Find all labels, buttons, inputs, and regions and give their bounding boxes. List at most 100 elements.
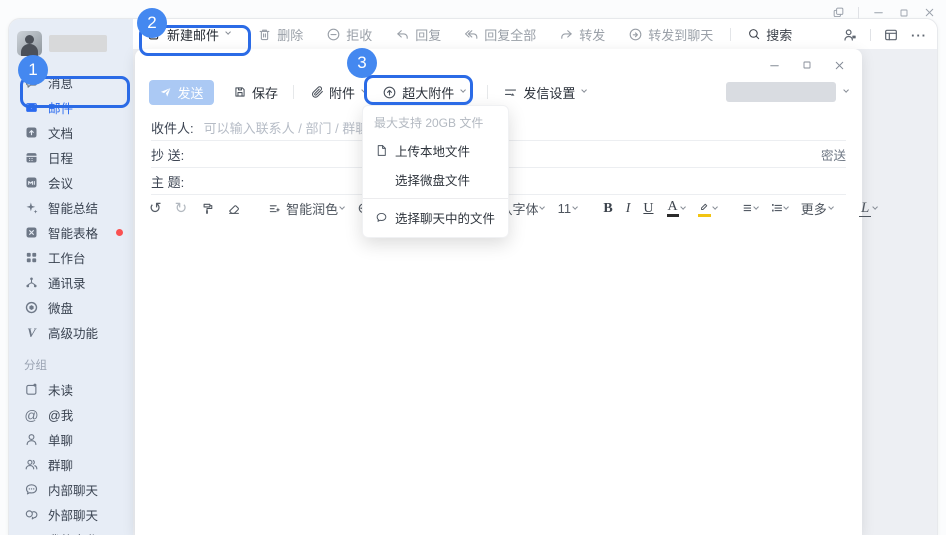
signature-button[interactable]: L <box>859 199 879 218</box>
profile[interactable] <box>9 29 133 57</box>
sliders-icon <box>503 85 518 100</box>
bubble-dots-icon <box>24 482 39 497</box>
attachment-button[interactable]: 附件 <box>309 83 368 102</box>
font-color-button[interactable]: A <box>666 200 686 217</box>
paper-plane-icon <box>159 86 172 99</box>
search-button[interactable]: 搜索 <box>746 25 792 44</box>
avatar[interactable] <box>17 30 42 56</box>
align-button[interactable]: ≡ <box>743 201 759 216</box>
reject-button[interactable]: 拒收 <box>326 25 372 44</box>
close-icon[interactable] <box>833 59 846 72</box>
sidebar-item-label: 外部聊天 <box>48 509 99 523</box>
sidebar-item-calendar[interactable]: 日程 <box>9 145 133 170</box>
cc-label: 抄 送: <box>151 147 185 163</box>
minimize-icon[interactable] <box>872 6 885 19</box>
chevron-down-icon <box>679 204 686 210</box>
sidebar-item-label: 消息 <box>48 77 74 91</box>
calendar-icon <box>24 150 39 165</box>
menu-item-choose-chat[interactable]: 选择聊天中的文件 <box>363 203 508 232</box>
sidebar-item-unread[interactable]: 未读 <box>9 377 133 402</box>
mega-attachment-menu: 最大支持 20GB 文件 上传本地文件 选择微盘文件 选择聊天中的文件 <box>362 105 509 238</box>
send-settings-label: 发信设置 <box>523 85 576 101</box>
chevron-down-icon <box>782 204 789 210</box>
underline-button[interactable]: U <box>643 201 653 217</box>
send-label: 发送 <box>177 85 204 101</box>
chevron-down-icon <box>460 87 467 94</box>
sidebar-item-meeting[interactable]: 会议 <box>9 170 133 195</box>
format-painter-button[interactable] <box>200 202 214 216</box>
sidebar-item-my-company[interactable]: 我的企业 <box>9 527 133 535</box>
sidebar-item-label: @我 <box>48 409 74 423</box>
sidebar-item-external-chat[interactable]: 外部聊天 <box>9 502 133 527</box>
sidebar-item-internal-chat[interactable]: 内部聊天 <box>9 477 133 502</box>
reply-button[interactable]: 回复 <box>395 25 441 44</box>
chevron-down-icon <box>339 204 346 210</box>
sidebar-item-advanced[interactable]: V 高级功能 <box>9 320 133 345</box>
undo-button[interactable]: ↺ <box>149 201 162 216</box>
mega-attachment-button[interactable]: 超大附件 <box>382 83 467 102</box>
sidebar-item-smart-table[interactable]: 智能表格 <box>9 220 133 245</box>
menu-item-upload-local[interactable]: 上传本地文件 <box>363 136 508 165</box>
message-body-editor[interactable] <box>135 222 862 535</box>
menu-hint: 最大支持 20GB 文件 <box>374 116 484 130</box>
divider <box>858 6 859 19</box>
sidebar-item-mail[interactable]: 邮件 <box>9 95 133 120</box>
compose-titlebar <box>135 49 862 73</box>
sidebar-item-workbench[interactable]: 工作台 <box>9 245 133 270</box>
list-icon: ∶≡ <box>770 200 783 217</box>
forward-to-chat-button[interactable]: 转发到聊天 <box>628 25 713 44</box>
group-label: 分组 <box>24 360 47 372</box>
step-badge-3: 3 <box>347 48 377 78</box>
list-button[interactable]: ∶≡ <box>770 200 789 217</box>
sparkle-icon <box>24 200 39 215</box>
reply-all-button[interactable]: 回复全部 <box>464 25 536 44</box>
send-settings-button[interactable]: 发信设置 <box>503 83 588 102</box>
close-icon[interactable] <box>923 6 936 19</box>
sidebar-item-mentions[interactable]: @ @我 <box>9 402 133 427</box>
contact-card-icon[interactable] <box>842 27 858 43</box>
italic-button[interactable]: I <box>626 201 631 217</box>
chat-forward-icon <box>628 27 643 42</box>
signature-icon: L <box>859 199 872 218</box>
to-placeholder: 可以输入联系人 / 部门 / 群聊 <box>203 120 369 136</box>
ai-polish-button[interactable]: 智能润色 <box>267 199 346 218</box>
attachment-label: 附件 <box>329 85 356 101</box>
maximize-icon[interactable] <box>898 7 910 19</box>
layout-panel-icon[interactable] <box>883 27 899 43</box>
clear-format-button[interactable] <box>227 202 241 216</box>
forward-icon <box>559 27 574 42</box>
sidebar-item-group-chat[interactable]: 群聊 <box>9 452 133 477</box>
maximize-icon[interactable] <box>801 59 813 71</box>
sidebar-item-docs[interactable]: 文档 <box>9 120 133 145</box>
font-size-select[interactable]: 11 <box>558 201 579 216</box>
bcc-toggle[interactable]: 密送 <box>821 145 846 164</box>
sidebar-item-contacts[interactable]: 通讯录 <box>9 270 133 295</box>
bold-button[interactable]: B <box>603 201 612 217</box>
sender-account-select[interactable] <box>725 82 849 102</box>
sidebar-item-drive[interactable]: 微盘 <box>9 295 133 320</box>
pop-out-window-icon[interactable] <box>832 6 845 19</box>
mega-attachment-label: 超大附件 <box>402 85 455 101</box>
minimize-icon[interactable] <box>768 59 781 72</box>
sidebar-item-ai-summary[interactable]: 智能总结 <box>9 195 133 220</box>
highlight-button[interactable] <box>697 201 718 217</box>
more-formats-button[interactable]: 更多 <box>801 199 834 218</box>
app-window: 消息 邮件 文档 日程 会议 智能总结 智能表格 工作台 通讯录 微盘 V 高级功… <box>8 18 938 535</box>
delete-button[interactable]: 删除 <box>257 25 303 44</box>
sidebar-item-label: 未读 <box>48 384 74 398</box>
sidebar-item-direct-chat[interactable]: 单聊 <box>9 427 133 452</box>
menu-item-choose-drive[interactable]: 选择微盘文件 <box>363 165 508 194</box>
forward-button[interactable]: 转发 <box>559 25 605 44</box>
send-button[interactable]: 发送 <box>149 79 214 105</box>
clouds-icon <box>24 507 39 522</box>
divider <box>293 85 295 99</box>
chevron-down-icon <box>539 204 546 210</box>
more-options-icon[interactable]: ··· <box>911 28 927 43</box>
notification-dot <box>116 229 123 236</box>
chevron-down-icon <box>842 87 849 94</box>
forward-to-chat-label: 转发到聊天 <box>648 27 714 43</box>
redo-button[interactable]: ↻ <box>175 201 188 216</box>
paperclip-icon <box>309 85 324 100</box>
sidebar: 消息 邮件 文档 日程 会议 智能总结 智能表格 工作台 通讯录 微盘 V 高级功… <box>9 19 133 535</box>
save-button[interactable]: 保存 <box>232 83 278 102</box>
